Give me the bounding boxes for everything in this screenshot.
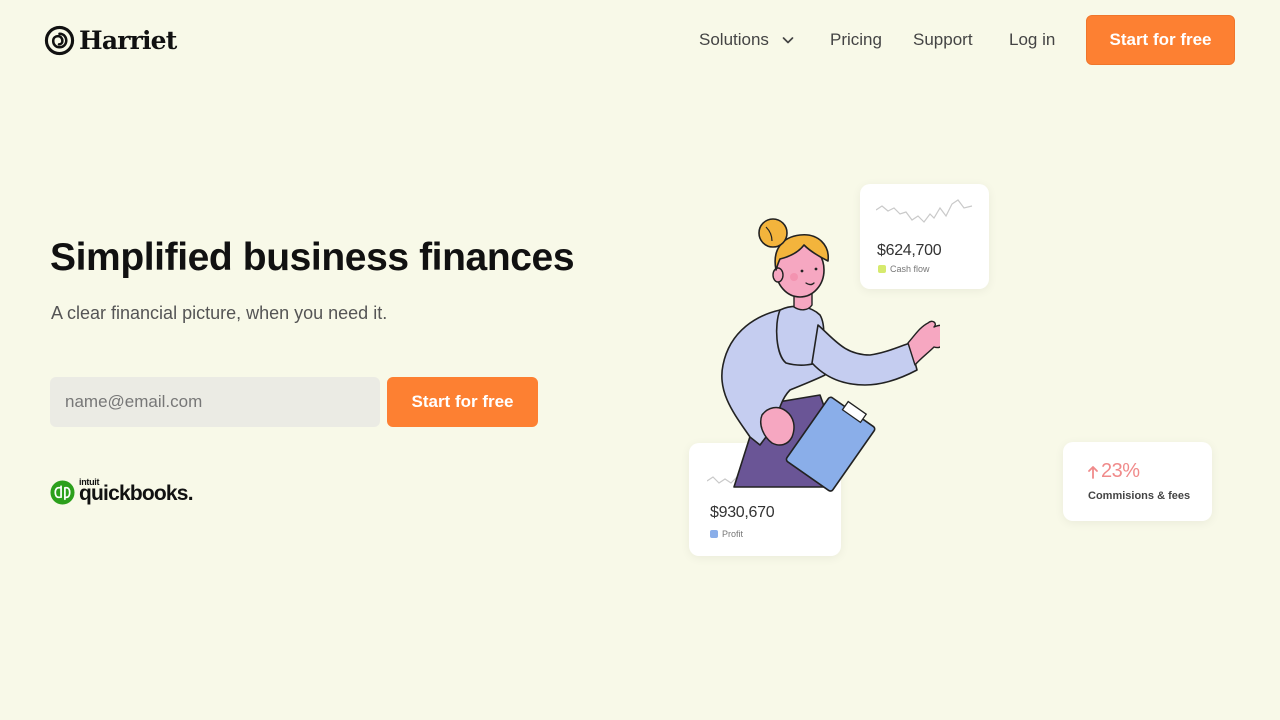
harriet-logo-icon (44, 25, 75, 55)
quickbooks-icon (50, 479, 75, 505)
commissions-label: Commisions & fees (1088, 490, 1191, 502)
commissions-value: 23% (1101, 460, 1140, 482)
hero-start-free-button[interactable]: Start for free (387, 377, 538, 427)
brand-logo[interactable]: Harriet (44, 24, 177, 56)
nav-item-pricing[interactable]: Pricing (830, 28, 882, 52)
profit-label: Profit (722, 529, 744, 539)
nav-item-support[interactable]: Support (913, 28, 973, 52)
hero-title: Simplified business finances (50, 236, 575, 279)
quickbooks-label: quickbooks. (79, 482, 194, 505)
commissions-card: 23% Commisions & fees (1063, 442, 1212, 521)
nav-item-label: Solutions (699, 30, 769, 49)
commissions-value-row: 23% (1087, 460, 1140, 483)
header-start-free-button[interactable]: Start for free (1086, 15, 1235, 65)
nav-item-solutions[interactable]: Solutions (699, 28, 795, 52)
profit-legend: Profit (710, 529, 743, 539)
profit-swatch (710, 530, 718, 538)
nav-item-label: Support (913, 30, 973, 49)
nav-item-login[interactable]: Log in (1009, 28, 1055, 52)
nav-item-label: Log in (1009, 30, 1056, 49)
woman-with-clipboard-illustration (721, 218, 940, 492)
hero-subtitle: A clear financial picture, when you need… (51, 303, 388, 323)
up-arrow-icon (1088, 465, 1098, 479)
hero-illustration: $624,700 Cash flow $930,670 Profit 23% C… (660, 170, 1240, 570)
quickbooks-wordmark: intuit quickbooks. (79, 476, 195, 508)
site-header: Harriet Solutions Pricing Support Log in… (0, 0, 1280, 80)
chevron-down-icon (782, 37, 794, 44)
brand-name: Harriet (79, 25, 177, 55)
quickbooks-logo: intuit quickbooks. (50, 476, 195, 508)
nav-item-label: Pricing (830, 30, 882, 49)
email-input[interactable] (50, 377, 380, 427)
